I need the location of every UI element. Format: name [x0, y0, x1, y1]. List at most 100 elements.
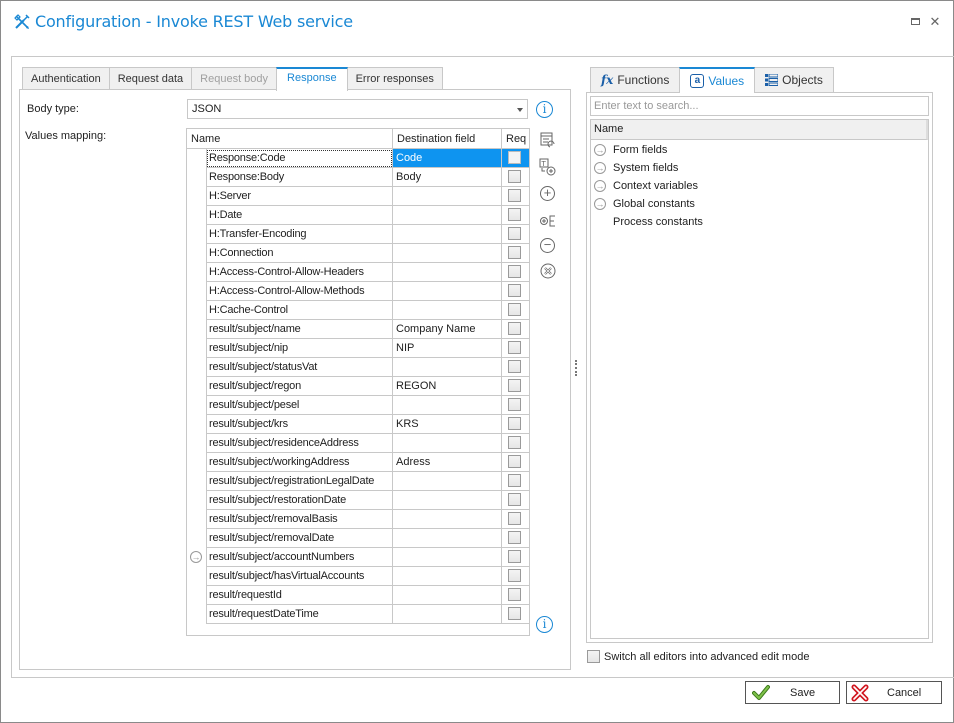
cell-name[interactable]: result/subject/pesel [206, 396, 393, 415]
req-checkbox[interactable] [508, 322, 521, 335]
cell-destination-field[interactable] [393, 510, 502, 529]
cell-name[interactable]: result/subject/restorationDate [206, 491, 393, 510]
table-row[interactable]: H:Access-Control-Allow-Methods [187, 282, 529, 301]
table-row[interactable]: H:Server [187, 187, 529, 206]
tab-values[interactable]: a Values [679, 67, 756, 93]
table-row[interactable]: H:Cache-Control [187, 301, 529, 320]
cell-destination-field[interactable] [393, 472, 502, 491]
refresh-grid-icon[interactable] [538, 130, 558, 150]
cell-name[interactable]: result/subject/hasVirtualAccounts [206, 567, 393, 586]
table-row[interactable]: result/subject/krs KRS [187, 415, 529, 434]
table-row[interactable]: result/subject/residenceAddress [187, 434, 529, 453]
table-row[interactable]: result/requestId [187, 586, 529, 605]
req-checkbox[interactable] [508, 208, 521, 221]
tree-column-header[interactable]: Name [591, 120, 928, 140]
info-icon-bottom[interactable]: i [536, 616, 553, 633]
req-checkbox[interactable] [508, 379, 521, 392]
cell-destination-field[interactable] [393, 225, 502, 244]
cell-destination-field[interactable] [393, 586, 502, 605]
cell-destination-field[interactable]: NIP [393, 339, 502, 358]
req-checkbox[interactable] [508, 455, 521, 468]
cell-destination-field[interactable]: REGON [393, 377, 502, 396]
tab-functions[interactable]: fx Functions [590, 67, 681, 92]
table-row[interactable]: Response:Code Code [187, 149, 529, 168]
expand-arrow-icon[interactable]: → [594, 180, 606, 192]
add-child-icon[interactable] [538, 211, 558, 231]
tab-request-data[interactable]: Request data [108, 67, 193, 90]
cell-destination-field[interactable] [393, 358, 502, 377]
cell-destination-field[interactable]: KRS [393, 415, 502, 434]
cell-destination-field[interactable] [393, 301, 502, 320]
cell-name[interactable]: result/subject/workingAddress [206, 453, 393, 472]
req-checkbox[interactable] [508, 227, 521, 240]
req-checkbox[interactable] [508, 569, 521, 582]
cell-destination-field[interactable]: Body [393, 168, 502, 187]
tree-item-form-fields[interactable]: → Form fields [594, 141, 667, 159]
cell-destination-field[interactable] [393, 567, 502, 586]
cell-destination-field[interactable] [393, 605, 502, 624]
cell-name[interactable]: Response:Code [206, 149, 393, 168]
req-checkbox[interactable] [508, 493, 521, 506]
req-checkbox[interactable] [508, 189, 521, 202]
add-template-icon[interactable]: T [538, 157, 558, 177]
table-row[interactable]: result/subject/pesel [187, 396, 529, 415]
cell-destination-field[interactable] [393, 548, 502, 567]
table-row[interactable]: result/subject/restorationDate [187, 491, 529, 510]
expand-arrow-icon[interactable]: → [594, 198, 606, 210]
cell-destination-field[interactable]: Adress [393, 453, 502, 472]
cell-destination-field[interactable] [393, 244, 502, 263]
cell-name[interactable]: H:Cache-Control [206, 301, 393, 320]
req-checkbox[interactable] [508, 341, 521, 354]
table-row[interactable]: result/subject/workingAddress Adress [187, 453, 529, 472]
cell-name[interactable]: result/subject/name [206, 320, 393, 339]
req-checkbox[interactable] [508, 170, 521, 183]
cell-destination-field[interactable] [393, 434, 502, 453]
panel-splitter[interactable] [575, 360, 577, 376]
req-checkbox[interactable] [508, 436, 521, 449]
req-checkbox[interactable] [508, 151, 521, 164]
search-input[interactable] [591, 97, 928, 115]
req-checkbox[interactable] [508, 246, 521, 259]
req-checkbox[interactable] [508, 284, 521, 297]
cell-name[interactable]: H:Server [206, 187, 393, 206]
tree-item-global-constants[interactable]: → Global constants [594, 195, 695, 213]
tab-authentication[interactable]: Authentication [22, 67, 110, 90]
req-checkbox[interactable] [508, 550, 521, 563]
cell-name[interactable]: H:Access-Control-Allow-Methods [206, 282, 393, 301]
column-header-req[interactable]: Req [502, 129, 529, 149]
table-row[interactable]: result/subject/name Company Name [187, 320, 529, 339]
req-checkbox[interactable] [508, 417, 521, 430]
tree-item-context-variables[interactable]: → Context variables [594, 177, 698, 195]
cell-destination-field[interactable] [393, 396, 502, 415]
table-row[interactable]: result/subject/nip NIP [187, 339, 529, 358]
cell-destination-field[interactable] [393, 529, 502, 548]
column-header-name[interactable]: Name [187, 129, 393, 149]
table-row[interactable]: H:Access-Control-Allow-Headers [187, 263, 529, 282]
cell-name[interactable]: H:Connection [206, 244, 393, 263]
cell-name[interactable]: result/subject/nip [206, 339, 393, 358]
cell-name[interactable]: result/subject/accountNumbers [206, 548, 393, 567]
tab-error-responses[interactable]: Error responses [346, 67, 443, 90]
remove-row-icon[interactable]: − [540, 238, 555, 253]
close-button[interactable]: ✕ [929, 15, 941, 28]
table-row[interactable]: H:Connection [187, 244, 529, 263]
tree-item-system-fields[interactable]: → System fields [594, 159, 678, 177]
cell-name[interactable]: Response:Body [206, 168, 393, 187]
cell-name[interactable]: result/subject/removalDate [206, 529, 393, 548]
table-row[interactable]: result/subject/regon REGON [187, 377, 529, 396]
cancel-button[interactable]: Cancel [846, 681, 942, 704]
cell-destination-field[interactable]: Company Name [393, 320, 502, 339]
expand-arrow-icon[interactable]: → [594, 144, 606, 156]
cell-destination-field[interactable] [393, 206, 502, 225]
req-checkbox[interactable] [508, 398, 521, 411]
table-row[interactable]: result/subject/statusVat [187, 358, 529, 377]
expand-arrow-icon[interactable]: → [190, 551, 202, 563]
cell-name[interactable]: result/requestDateTime [206, 605, 393, 624]
cell-name[interactable]: result/requestId [206, 586, 393, 605]
table-row[interactable]: result/requestDateTime [187, 605, 529, 624]
cell-destination-field[interactable] [393, 282, 502, 301]
cell-destination-field[interactable] [393, 187, 502, 206]
info-icon[interactable]: i [536, 101, 553, 118]
tab-response[interactable]: Response [276, 67, 348, 91]
cell-destination-field[interactable]: Code [393, 149, 502, 168]
